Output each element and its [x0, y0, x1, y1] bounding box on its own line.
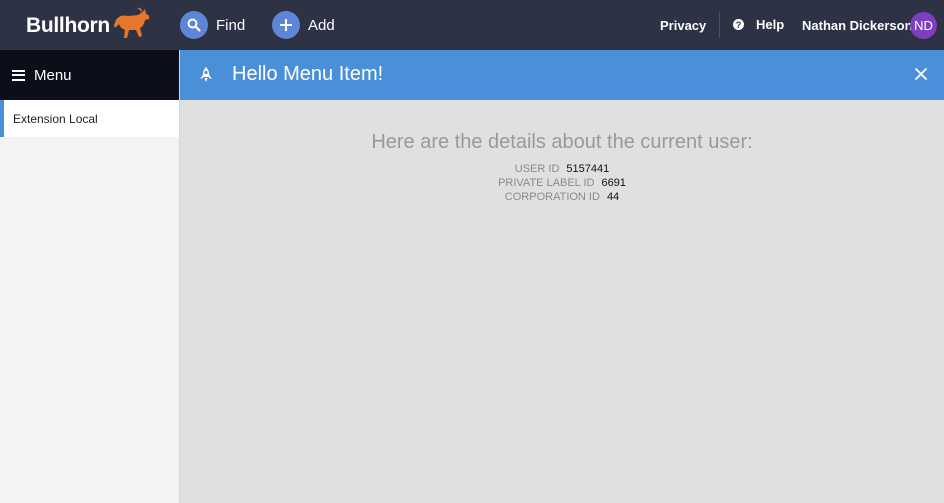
detail-row-user-id: User ID 5157441	[180, 163, 944, 175]
help-button[interactable]: ? Help	[733, 17, 784, 32]
help-icon: ?	[733, 19, 744, 30]
find-button[interactable]: Find	[180, 11, 245, 39]
user-name[interactable]: Nathan Dickerson	[802, 18, 913, 33]
rocket-icon	[200, 67, 212, 82]
plus-icon	[272, 11, 300, 39]
privacy-link[interactable]: Privacy	[660, 18, 723, 33]
search-icon	[180, 11, 208, 39]
menu-label: Menu	[34, 66, 72, 84]
page-title: Hello Menu Item!	[232, 63, 384, 85]
detail-row-private-label-id: Private Label ID 6691	[180, 177, 944, 189]
detail-label: Corporation ID	[504, 191, 600, 203]
detail-row-corporation-id: Corporation ID 44	[180, 191, 944, 203]
find-label: Find	[216, 16, 246, 34]
hamburger-icon	[12, 69, 25, 81]
bull-logo-icon	[113, 7, 150, 38]
avatar[interactable]: ND	[910, 12, 937, 39]
topbar-divider	[719, 12, 720, 38]
detail-label: User ID	[514, 163, 560, 175]
detail-value: 44	[606, 191, 620, 203]
detail-value: 6691	[601, 177, 626, 189]
bullhorn-logo[interactable]: Bullhorn	[26, 7, 152, 44]
menu-toggle[interactable]: Menu	[0, 50, 179, 100]
sidebar: Menu Extension Local	[0, 50, 180, 503]
help-label: Help	[756, 17, 785, 32]
detail-value: 5157441	[566, 163, 610, 175]
top-navigation-bar: Bullhorn Find Add Privacy ? Help Nathan …	[0, 0, 944, 50]
sidebar-item-extension-local[interactable]: Extension Local	[0, 100, 179, 137]
page-header: Hello Menu Item!	[180, 50, 944, 100]
close-icon[interactable]	[914, 67, 928, 81]
sidebar-item-label: Extension Local	[13, 111, 98, 126]
main-content: Here are the details about the current u…	[180, 100, 944, 503]
add-label: Add	[308, 16, 335, 34]
detail-label: Private Label ID	[498, 177, 595, 189]
details-heading: Here are the details about the current u…	[371, 131, 753, 153]
logo-text: Bullhorn	[26, 14, 110, 37]
add-button[interactable]: Add	[272, 11, 335, 39]
